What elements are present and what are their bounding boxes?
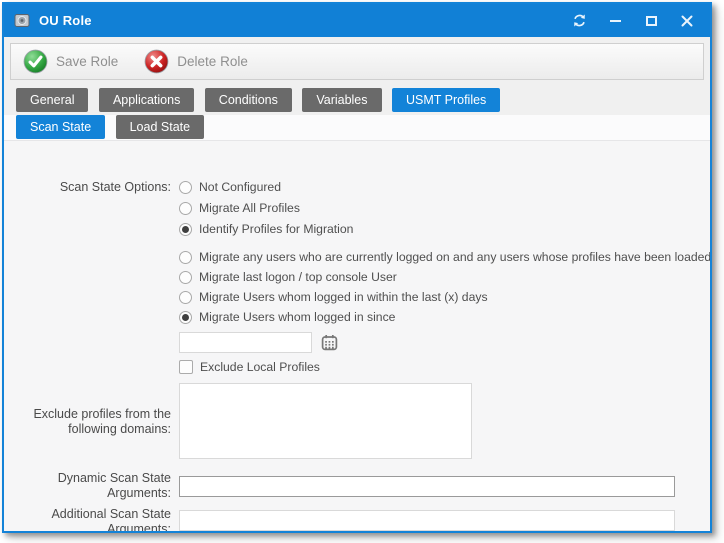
tab-load-state[interactable]: Load State	[116, 115, 204, 139]
window-title: OU Role	[39, 13, 92, 28]
titlebar: OU Role	[4, 4, 710, 37]
ou-role-window: OU Role	[2, 2, 712, 533]
tab-variables[interactable]: Variables	[302, 88, 381, 112]
scan-state-panel: Scan State Options: Not Configured Migra…	[4, 141, 710, 531]
tab-scan-state[interactable]: Scan State	[16, 115, 105, 139]
radio-migrate-since[interactable]: Migrate Users whom logged in since	[179, 307, 710, 327]
x-circle-icon	[144, 49, 169, 74]
dynamic-args-label: Dynamic Scan State Arguments:	[12, 471, 179, 501]
check-circle-icon	[23, 49, 48, 74]
logged-in-since-date-input[interactable]	[179, 332, 312, 353]
window-controls	[558, 9, 702, 33]
additional-args-input[interactable]	[179, 510, 675, 531]
close-icon[interactable]	[672, 9, 702, 33]
toolbar: Save Role Delete Role	[10, 43, 704, 80]
sub-tab-strip: Scan State Load State	[4, 115, 710, 141]
save-role-button[interactable]: Save Role	[23, 49, 118, 74]
radio-group-1: Not Configured Migrate All Profiles Iden…	[179, 177, 702, 239]
radio-icon	[179, 251, 192, 264]
refresh-icon[interactable]	[564, 9, 594, 33]
save-role-label: Save Role	[56, 54, 118, 69]
radio-migrate-currently-logged-on[interactable]: Migrate any users who are currently logg…	[179, 247, 710, 267]
radio-icon	[179, 311, 192, 324]
checkbox-icon	[179, 360, 193, 374]
radio-migrate-all-profiles[interactable]: Migrate All Profiles	[179, 198, 702, 218]
exclude-domains-textarea[interactable]	[179, 383, 472, 459]
radio-group-2: Migrate any users who are currently logg…	[179, 247, 710, 375]
delete-role-button[interactable]: Delete Role	[144, 49, 248, 74]
radio-not-configured[interactable]: Not Configured	[179, 177, 702, 197]
exclude-local-profiles-checkbox[interactable]: Exclude Local Profiles	[179, 359, 710, 375]
maximize-icon[interactable]	[636, 9, 666, 33]
scan-state-options-label: Scan State Options:	[12, 177, 179, 195]
tab-applications[interactable]: Applications	[99, 88, 194, 112]
radio-identify-profiles[interactable]: Identify Profiles for Migration	[179, 219, 702, 239]
tab-usmt-profiles[interactable]: USMT Profiles	[392, 88, 500, 112]
radio-icon	[179, 181, 192, 194]
radio-icon	[179, 271, 192, 284]
exclude-domains-label: Exclude profiles from the following doma…	[12, 383, 179, 437]
radio-migrate-last-logon[interactable]: Migrate last logon / top console User	[179, 267, 710, 287]
dynamic-args-input[interactable]	[179, 476, 675, 497]
minimize-icon[interactable]	[600, 9, 630, 33]
tab-conditions[interactable]: Conditions	[205, 88, 292, 112]
screen: OU Role	[0, 0, 724, 543]
radio-migrate-last-x-days[interactable]: Migrate Users whom logged in within the …	[179, 287, 710, 307]
tab-general[interactable]: General	[16, 88, 88, 112]
calendar-icon[interactable]	[319, 333, 339, 353]
radio-icon	[179, 223, 192, 236]
main-tab-strip: General Applications Conditions Variable…	[16, 88, 710, 112]
additional-args-label: Additional Scan State Arguments:	[12, 507, 179, 531]
date-row	[179, 332, 710, 353]
radio-icon	[179, 202, 192, 215]
role-icon	[14, 12, 31, 29]
radio-icon	[179, 291, 192, 304]
delete-role-label: Delete Role	[177, 54, 248, 69]
